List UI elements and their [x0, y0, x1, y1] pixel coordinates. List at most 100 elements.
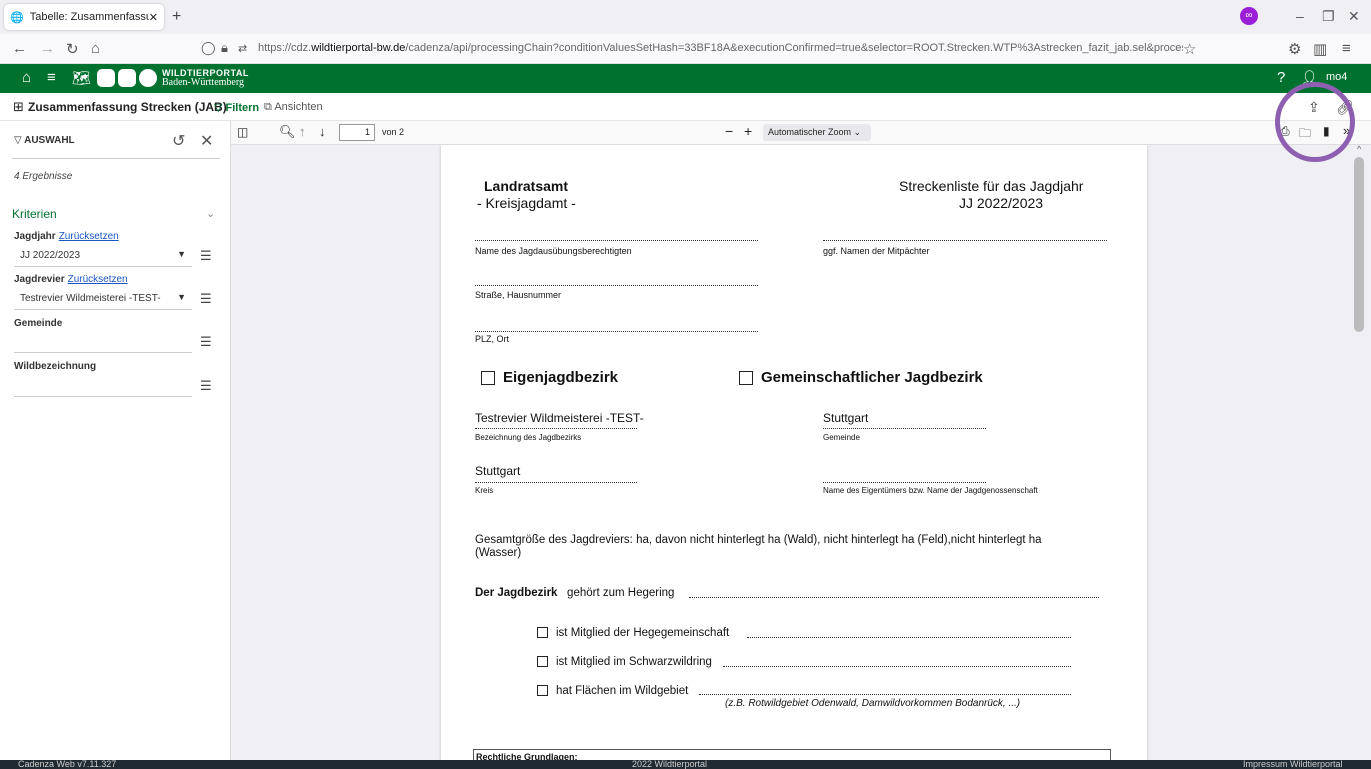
browser-tab[interactable]: 🌐 Tabelle: Zusammenfassung Stre ✕ — [4, 4, 164, 30]
tab-title: Tabelle: Zusammenfassung Stre — [29, 11, 149, 23]
url-prefix: https://cdz. — [258, 42, 312, 54]
filter-label: Filtern — [225, 102, 260, 114]
bookmark-star-icon[interactable]: ☆ — [1183, 40, 1196, 58]
close-window-icon[interactable]: ✕ — [1348, 8, 1360, 25]
filter-button[interactable]: ▽ Filtern — [214, 101, 259, 114]
new-tab-button[interactable]: + — [172, 8, 181, 26]
hegering-line: Der Jagdbezirk gehört zum Hegering — [475, 587, 674, 599]
close-icon[interactable]: ✕ — [200, 131, 213, 151]
size-text-cont: (Wasser) — [475, 547, 522, 559]
reset-link-jagdjahr[interactable]: Zurücksetzen — [59, 231, 119, 242]
checkbox — [481, 371, 495, 386]
views-button[interactable]: ⧉ Ansichten — [264, 101, 323, 114]
dotted-line — [823, 428, 986, 429]
search-icon[interactable]: 🔍︎ — [279, 124, 296, 140]
scroll-up-icon[interactable]: ^ — [1357, 144, 1361, 154]
sidebar-toggle-icon[interactable]: ◫ — [237, 125, 248, 139]
results-count: 4 Ergebnisse — [14, 171, 73, 182]
jagdrevier-select[interactable]: Testrevier Wildmeisterei -TEST- ▼ — [14, 288, 192, 310]
url-domain: wildtierportal-bw.de — [311, 42, 406, 54]
district-name-label: Bezeichnung des Jagdbezirks — [475, 433, 582, 442]
permissions-icon[interactable]: ⇄ — [238, 42, 247, 55]
close-tab-icon[interactable]: ✕ — [149, 11, 158, 24]
highlight-circle — [1275, 82, 1355, 162]
help-icon[interactable]: ? — [1277, 69, 1285, 86]
restore-icon[interactable]: ❐ — [1322, 8, 1335, 25]
dotted-line — [823, 482, 986, 483]
shield-icon[interactable]: ◯ — [201, 40, 216, 56]
jagdjahr-select[interactable]: JJ 2022/2023 ▼ — [14, 245, 192, 267]
dotted-line — [699, 694, 1071, 695]
library-icon[interactable]: ▥ — [1313, 40, 1327, 58]
home-icon[interactable]: ⌂ — [91, 40, 100, 57]
doc-header-right-1: Streckenliste für das Jagdjahr — [899, 178, 1084, 194]
list-icon[interactable]: ☰ — [200, 334, 212, 350]
url-bar[interactable]: https://cdz.wildtierportal-bw.de/cadenza… — [258, 42, 1183, 54]
copyright-text: 2022 Wildtierportal — [632, 759, 708, 769]
filter-label-jagdrevier: Jagdrevier Zurücksetzen — [14, 274, 128, 285]
home-icon[interactable]: ⌂ — [22, 69, 31, 86]
filter-label-jagdjahr: Jagdjahr Zurücksetzen — [14, 231, 119, 242]
status-bar: Cadenza Web v7.11.327 2022 Wildtierporta… — [0, 760, 1371, 769]
dotted-line — [475, 285, 758, 286]
page-number-input[interactable]: 1 — [339, 124, 375, 141]
wildbezeichnung-select[interactable] — [14, 375, 192, 397]
doc-header-left-2: - Kreisjagdamt - — [477, 195, 576, 211]
divider — [12, 158, 220, 159]
size-text: Gesamtgröße des Jagdreviers: ha, davon n… — [475, 534, 1042, 546]
own-district-option: Eigenjagdbezirk — [481, 369, 618, 386]
user-name[interactable]: mo4 — [1326, 71, 1347, 83]
extension-icon[interactable]: ∞ — [1240, 7, 1258, 25]
wildgebiet-label: hat Flächen im Wildgebiet — [556, 685, 689, 697]
reset-link-jagdrevier[interactable]: Zurücksetzen — [68, 274, 128, 285]
logo-text: WILDTIERPORTAL Baden-Württemberg — [162, 68, 249, 88]
browser-nav-bar: ← → ↻ ⌂ ◯ 🔒︎ ⇄ https://cdz.wildtierporta… — [0, 34, 1371, 64]
lock-icon[interactable]: 🔒︎ — [221, 40, 228, 56]
zoom-select[interactable]: Automatischer Zoom ⌄ — [763, 124, 871, 141]
filter-label-gemeinde: Gemeinde — [14, 318, 63, 329]
selection-header-label: AUSWAHL — [24, 135, 75, 146]
hegering-text: gehört zum Hegering — [567, 587, 675, 599]
chevron-down-icon[interactable]: ⌄ — [206, 207, 215, 220]
select-value: Testrevier Wildmeisterei -TEST- — [20, 293, 161, 304]
gemeinde-select[interactable] — [14, 331, 192, 353]
filter-label-text: Jagdrevier — [14, 274, 65, 285]
dotted-line — [823, 240, 1107, 241]
logo-icon — [118, 69, 136, 87]
page-toolbar: ⊞ Zusammenfassung Strecken (JAB) ▽ Filte… — [0, 93, 1371, 121]
filter-sidebar: ▽ AUSWAHL ↺ ✕ 4 Ergebnisse Kriterien ⌄ J… — [0, 121, 231, 760]
app-header: ⌂ ≡ 🗺︎ WILDTIERPORTAL Baden-Württemberg … — [0, 64, 1371, 93]
table-icon: ⊞ — [13, 99, 24, 114]
minimize-icon[interactable]: – — [1296, 8, 1304, 24]
next-page-icon[interactable]: ↓ — [319, 124, 326, 139]
extensions-icon[interactable]: ⚙ — [1288, 40, 1301, 58]
menu-icon[interactable]: ≡ — [1342, 40, 1351, 57]
legal-heading: Rechtliche Grundlagen: — [476, 752, 578, 760]
list-icon[interactable]: ☰ — [200, 248, 212, 264]
pdf-page: Landratsamt - Kreisjagdamt - Streckenlis… — [441, 145, 1147, 760]
dotted-line — [475, 240, 758, 241]
list-icon[interactable]: ☰ — [200, 291, 212, 307]
hegering-bold: Der Jagdbezirk — [475, 587, 558, 599]
reload-icon[interactable]: ↻ — [66, 40, 79, 58]
caret-down-icon: ▼ — [177, 292, 186, 302]
dotted-line — [475, 331, 758, 332]
scrollbar-thumb[interactable] — [1354, 157, 1364, 332]
zoom-out-icon[interactable]: − — [725, 123, 733, 139]
menu-icon[interactable]: ≡ — [47, 69, 56, 86]
criteria-heading[interactable]: Kriterien — [12, 207, 57, 221]
back-icon[interactable]: ← — [12, 40, 27, 57]
list-icon[interactable]: ☰ — [200, 378, 212, 394]
dotted-line — [475, 482, 637, 483]
zoom-in-icon[interactable]: + — [744, 123, 752, 139]
impressum-link[interactable]: Impressum Wildtierportal — [1243, 760, 1343, 769]
doc-header-left-1: Landratsamt — [484, 178, 569, 194]
browser-tab-bar: 🌐 Tabelle: Zusammenfassung Stre ✕ + ∞ – … — [0, 0, 1371, 34]
forward-icon[interactable]: → — [40, 40, 55, 57]
dotted-line — [747, 637, 1071, 638]
map-icon[interactable]: 🗺︎ — [72, 69, 91, 87]
refresh-icon[interactable]: ↺ — [172, 131, 185, 151]
field-street-label: Straße, Hausnummer — [475, 290, 562, 300]
previous-page-icon[interactable]: ↑ — [299, 124, 306, 139]
checkbox — [537, 656, 548, 668]
